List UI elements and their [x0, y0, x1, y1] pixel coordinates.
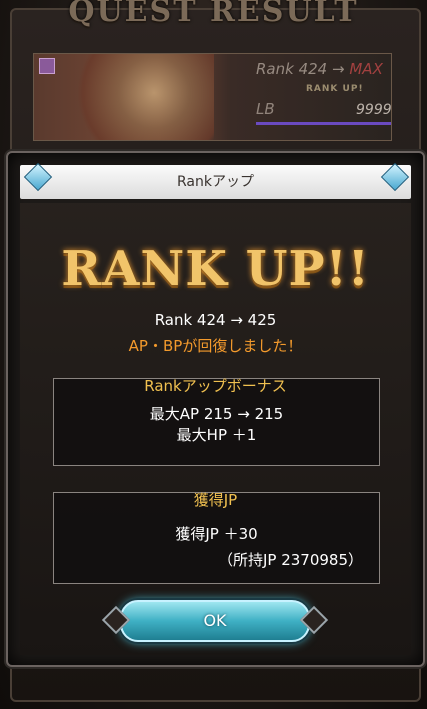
character-portrait	[64, 54, 214, 140]
element-icon	[39, 58, 55, 74]
lb-value: 99999	[356, 102, 392, 118]
banner-rank-up: RANK UP!	[306, 84, 364, 94]
modal-body: RANK UP!! Rank 424 → 425 AP・BPが回復しました！ 最…	[20, 203, 411, 655]
lb-bar	[256, 122, 391, 125]
jp-gain: 獲得JP ＋30	[175, 525, 258, 543]
bonus-title: Rankアップボーナス	[144, 377, 287, 395]
banner-rank: Rank 424 → MAX	[256, 60, 383, 78]
rank-change: Rank 424 → 425	[154, 311, 277, 329]
jp-total: （所持JP 2370985）	[217, 551, 363, 569]
quest-result-title: QUEST RESULT	[68, 0, 359, 29]
ok-button[interactable]: OK	[120, 600, 310, 642]
banner-rank-label: Rank 424	[256, 60, 328, 78]
rank-banner: Rank 424 → MAX RANK UP! LB 99999	[33, 53, 392, 141]
recover-message: AP・BPが回復しました！	[128, 337, 303, 355]
lb-label: LB	[256, 100, 275, 118]
rankup-modal: Rankアップ RANK UP!! Rank 424 → 425 AP・BPが回…	[6, 151, 425, 667]
banner-rank-max: MAX	[349, 60, 383, 78]
bonus-hp-line: 最大HP ＋1	[176, 426, 257, 444]
jp-title: 獲得JP	[193, 491, 238, 509]
bonus-ap-line: 最大AP 215 → 215	[149, 405, 284, 423]
modal-title: Rankアップ	[20, 165, 411, 199]
banner-rank-arrow: →	[332, 60, 345, 78]
rank-up-headline: RANK UP!!	[61, 241, 370, 297]
